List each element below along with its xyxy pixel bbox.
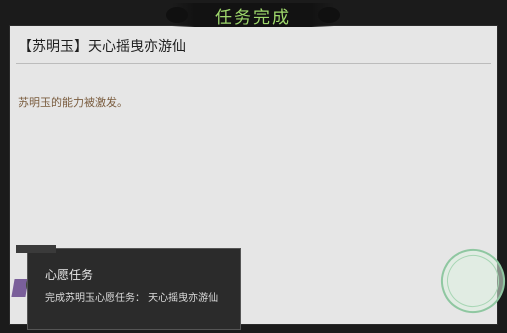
quest-description: 苏明玉的能力被激发。 [18,96,128,109]
game-frame: 【苏明玉】天心摇曳亦游仙 苏明玉的能力被激发。 任务完成 ✓ ✓ ✓ ✓ 心愿任… [0,0,507,333]
wish-task-popup: 心愿任务 完成苏明玉心愿任务： 天心摇曳亦游仙 [16,245,241,330]
popup-body: 完成苏明玉心愿任务： 天心摇曳亦游仙 [45,293,219,304]
window-title: 任务完成 [215,7,291,28]
completed-stamp [431,239,507,323]
title-bar: 任务完成 [166,3,340,28]
popup-title: 心愿任务 [45,268,94,282]
brush-right [318,7,340,23]
popup-strip [16,245,56,253]
divider [16,63,491,64]
quest-title: 【苏明玉】天心摇曳亦游仙 [18,39,186,55]
brush-left [166,7,188,23]
stamp-ring [439,247,507,315]
